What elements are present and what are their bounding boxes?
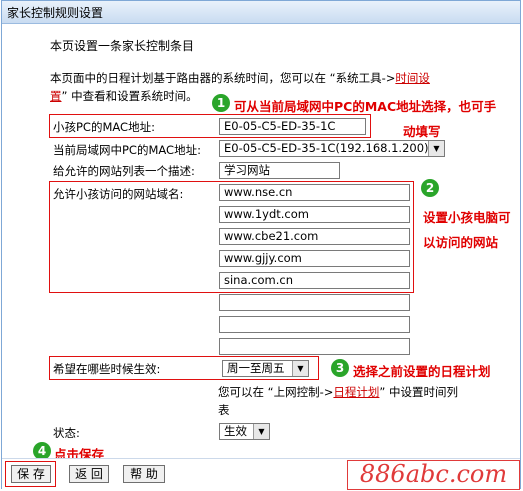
page-title: 家长控制规则设置 — [7, 6, 104, 20]
domain-input-2[interactable]: www.1ydt.com — [219, 206, 410, 223]
step-2-badge: 2 — [421, 179, 439, 197]
schedule-label: 希望在哪些时候生效: — [53, 362, 161, 376]
time-settings-link[interactable]: 时间设 — [395, 71, 430, 85]
domain-input-4[interactable]: www.gjjy.com — [219, 250, 410, 267]
child-mac-label: 小孩PC的MAC地址: — [53, 120, 155, 134]
help-button[interactable]: 帮 助 — [123, 465, 165, 483]
annotation-3: 选择之前设置的日程计划 — [353, 364, 491, 379]
annotation-1-line-1: 可从当前局域网中PC的MAC地址选择，也可手 — [234, 99, 497, 114]
child-mac-input[interactable]: E0-05-C5-ED-35-1C — [219, 118, 366, 135]
schedule-hint-suffix: ” 中设置时间列 — [379, 385, 459, 399]
step-3-badge: 3 — [331, 359, 349, 377]
domains-label: 允许小孩访问的网站域名: — [53, 187, 184, 201]
chevron-down-icon[interactable]: ▼ — [253, 424, 269, 439]
site-list-desc-label: 给允许的网站列表一个描述: — [53, 164, 195, 178]
chevron-down-icon[interactable]: ▼ — [428, 141, 444, 156]
status-label: 状态: — [53, 426, 80, 440]
domain-input-8[interactable] — [219, 338, 410, 355]
current-mac-select[interactable]: E0-05-C5-ED-35-1C(192.168.1.200) ▼ — [219, 140, 445, 157]
time-settings-link-cont[interactable]: 置 — [50, 89, 62, 103]
intro-text: 本页设置一条家长控制条目 — [50, 39, 195, 53]
domain-input-5[interactable]: sina.com.cn — [219, 272, 410, 289]
annotation-1-line-2: 动填写 — [403, 124, 441, 139]
schedule-hint-line-1: 您可以在 “上网控制->日程计划” 中设置时间列 — [218, 384, 458, 400]
schedule-plan-link[interactable]: 日程计划 — [333, 385, 379, 399]
chevron-down-icon[interactable]: ▼ — [292, 361, 308, 376]
schedule-select[interactable]: 周一至周五 ▼ — [222, 360, 309, 377]
site-list-desc-input[interactable]: 学习网站 — [219, 162, 340, 179]
schedule-hint-line-2: 表 — [218, 403, 230, 417]
desc-line-2: 置” 中查看和设置系统时间。 — [50, 88, 198, 104]
desc-line-2-text: ” 中查看和设置系统时间。 — [61, 89, 198, 103]
annotation-2-line-1: 设置小孩电脑可 — [423, 210, 511, 225]
title-bar: 家长控制规则设置 — [2, 1, 520, 24]
desc-line-1: 本页面中的日程计划基于路由器的系统时间，您可以在 “系统工具->时间设 — [50, 70, 430, 86]
status-select-value: 生效 — [224, 424, 247, 438]
domain-input-1[interactable]: www.nse.cn — [219, 184, 410, 201]
desc-line-1-text: 本页面中的日程计划基于路由器的系统时间，您可以在 “系统工具-> — [50, 71, 396, 85]
current-mac-label: 当前局域网中PC的MAC地址: — [53, 143, 201, 157]
save-button[interactable]: 保 存 — [11, 465, 51, 483]
domain-input-6[interactable] — [219, 294, 410, 311]
annotation-2-line-2: 以访问的网站 — [423, 235, 499, 250]
status-select[interactable]: 生效 ▼ — [219, 423, 270, 440]
domain-input-7[interactable] — [219, 316, 410, 333]
schedule-select-value: 周一至周五 — [227, 361, 285, 375]
current-mac-select-value: E0-05-C5-ED-35-1C(192.168.1.200) — [224, 141, 429, 155]
back-button[interactable]: 返 回 — [69, 465, 109, 483]
watermark-logo: 886abc.com — [347, 460, 520, 490]
domain-input-3[interactable]: www.cbe21.com — [219, 228, 410, 245]
schedule-hint-text: 您可以在 “上网控制-> — [218, 385, 334, 399]
step-1-badge: 1 — [212, 94, 230, 112]
